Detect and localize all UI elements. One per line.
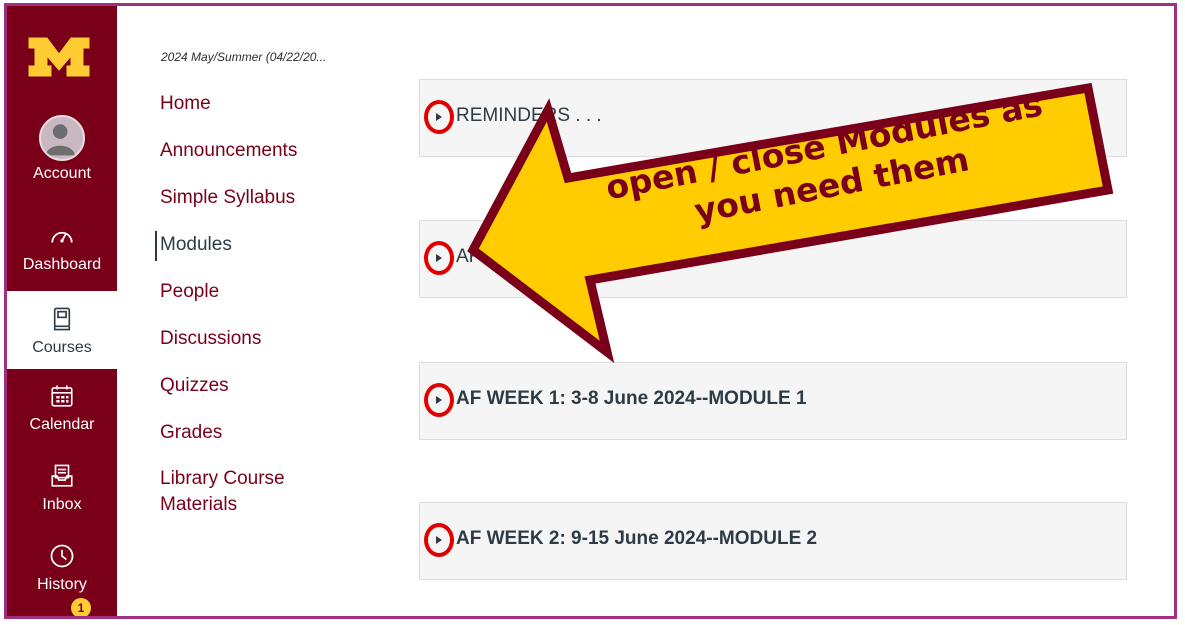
course-nav-people[interactable]: People	[155, 278, 355, 325]
course-title: 2024 May/Summer (04/22/20...	[161, 50, 327, 64]
module-title[interactable]: REMINDERS . . .	[456, 105, 602, 127]
nav-label: History	[37, 576, 87, 593]
nav-dashboard[interactable]: Dashboard	[7, 208, 117, 286]
expand-arrow-icon	[436, 113, 442, 121]
nav-courses[interactable]: Courses	[7, 291, 117, 369]
module-title[interactable]: AF	[456, 246, 480, 268]
nav-label: Calendar	[29, 416, 95, 433]
module-af: AF	[419, 220, 1127, 298]
course-nav-grades[interactable]: Grades	[155, 419, 355, 466]
expand-arrow-icon	[436, 536, 442, 544]
module-title[interactable]: AF WEEK 2: 9-15 June 2024--MODULE 2	[456, 528, 817, 550]
inbox-icon	[46, 460, 78, 492]
course-nav-discussions[interactable]: Discussions	[155, 325, 355, 372]
avatar-icon	[39, 115, 85, 161]
university-logo[interactable]	[27, 32, 91, 80]
nav-history[interactable]: History	[7, 528, 117, 606]
course-nav-quizzes[interactable]: Quizzes	[155, 372, 355, 419]
notification-badge: 1	[71, 598, 91, 616]
module-toggle-button[interactable]	[424, 100, 454, 134]
module-toggle-button[interactable]	[424, 523, 454, 557]
nav-label: Courses	[32, 339, 92, 356]
courses-icon	[46, 303, 78, 335]
calendar-icon	[46, 380, 78, 412]
dashboard-icon	[46, 220, 78, 252]
nav-account[interactable]: Account	[7, 110, 117, 188]
history-icon	[46, 540, 78, 572]
module-week-2: AF WEEK 2: 9-15 June 2024--MODULE 2	[419, 502, 1127, 580]
module-title[interactable]: AF WEEK 1: 3-8 June 2024--MODULE 1	[456, 388, 807, 410]
course-nav-simple-syllabus[interactable]: Simple Syllabus	[155, 184, 355, 231]
course-nav: Home Announcements Simple Syllabus Modul…	[155, 90, 355, 526]
course-nav-library-course-materials[interactable]: Library Course Materials	[155, 466, 310, 526]
course-nav-announcements[interactable]: Announcements	[155, 137, 355, 184]
module-week-1: AF WEEK 1: 3-8 June 2024--MODULE 1	[419, 362, 1127, 440]
module-toggle-button[interactable]	[424, 241, 454, 275]
course-nav-home[interactable]: Home	[155, 90, 355, 137]
expand-arrow-icon	[436, 254, 442, 262]
nav-label: Account	[33, 165, 91, 182]
nav-calendar[interactable]: Calendar	[7, 368, 117, 446]
global-nav: Account Dashboard Courses Calendar Inbox…	[7, 6, 117, 616]
nav-inbox[interactable]: Inbox	[7, 448, 117, 526]
course-nav-modules[interactable]: Modules	[155, 231, 355, 261]
module-toggle-button[interactable]	[424, 383, 454, 417]
nav-label: Dashboard	[22, 256, 102, 273]
nav-label: Inbox	[42, 496, 82, 513]
expand-arrow-icon	[436, 396, 442, 404]
